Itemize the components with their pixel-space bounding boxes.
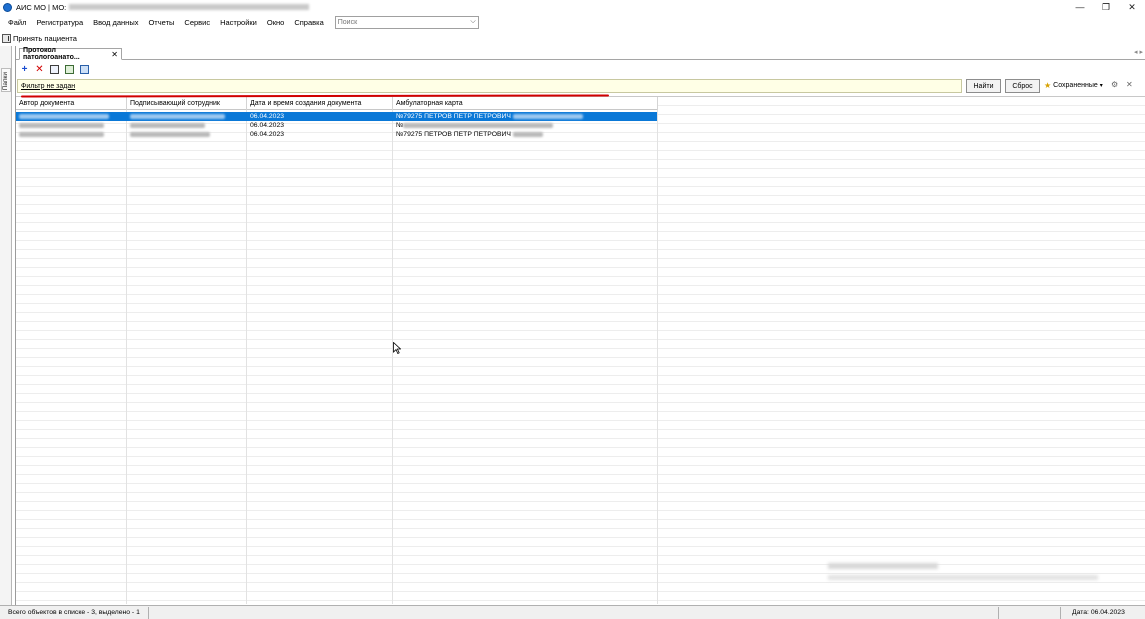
table-row[interactable]: 06.04.2023 № [16,121,657,130]
menu-search[interactable]: ⌵ [334,15,479,29]
open-window-icon[interactable] [49,64,60,75]
reset-button[interactable]: Сброс [1005,79,1040,93]
title-bar: АИС МО | МО: — ❐ ✕ [0,0,1145,14]
minimize-button[interactable]: — [1067,0,1093,14]
signer-cell [127,112,246,121]
column-outpatient-card[interactable]: Амбулаторная карта [393,97,658,110]
saved-filters-dropdown[interactable]: ★ Сохраненные ▾ [1044,81,1103,90]
menu-service[interactable]: Сервис [179,18,215,27]
window-title-redacted [69,4,310,10]
add-icon[interactable]: + [19,64,30,75]
filter-field[interactable]: Фильтр не задан [17,79,962,93]
tab-label: Протокол патологоанато... [23,47,80,61]
status-date: Дата: 06.04.2023 [1072,609,1125,616]
table-row[interactable]: 06.04.2023 №79275 ПЕТРОВ ПЕТР ПЕТРОВИЧ [16,112,657,121]
window-controls: — ❐ ✕ [1067,0,1145,14]
restore-button[interactable]: ❐ [1093,0,1119,14]
main-frame: Протокол патологоанато... ✕ ◂ ▸ + ✕ Филь… [15,46,1145,605]
accept-patient-button[interactable]: Принять пациента [0,32,77,45]
app-logo-icon [3,2,12,12]
signer-cell [127,130,246,139]
column-signer[interactable]: Подписывающий сотрудник [127,97,247,110]
delete-icon[interactable]: ✕ [34,64,45,75]
card-text: №79275 ПЕТРОВ ПЕТР ПЕТРОВИЧ [396,113,511,120]
menu-help[interactable]: Справка [289,18,328,27]
saved-star-icon: ★ [1044,81,1052,90]
saved-filters-label: Сохраненные [1053,82,1098,89]
date-cell: 06.04.2023 [250,113,285,120]
author-cell [16,112,126,121]
window-title: АИС МО | МО: [16,2,67,12]
date-cell: 06.04.2023 [250,122,285,129]
status-count: Всего объектов в списке - 3, выделено - … [8,609,140,616]
filter-settings-icon[interactable]: ⚙ [1111,80,1118,89]
card-cell: № [393,121,657,130]
menu-search-input[interactable] [335,16,466,28]
card-text: № [396,122,404,129]
date-cell: 06.04.2023 [250,131,285,138]
chevron-down-icon[interactable]: ⌵ [470,18,475,26]
menu-bar: Файл Регистратура Ввод данных Отчеты Сер… [0,15,1145,29]
signer-cell [127,121,246,130]
menu-window[interactable]: Окно [262,18,289,27]
folders-side-panel: Папки [0,46,12,605]
documents-grid: Автор документа Подписывающий сотрудник … [16,96,1145,604]
tab-pathology-protocol[interactable]: Протокол патологоанато... ✕ [19,47,122,61]
column-author[interactable]: Автор документа [16,97,127,110]
mouse-cursor-icon [393,342,401,354]
grid-toolbar: + ✕ [16,62,94,76]
menu-registry[interactable]: Регистратура [31,18,88,27]
column-created-datetime[interactable]: Дата и время создания документа [247,97,393,110]
document-tabstrip: Протокол патологоанато... ✕ ◂ ▸ [16,46,1145,61]
tab-scroll-arrows-icon[interactable]: ◂ ▸ [1134,48,1143,56]
card-cell: №79275 ПЕТРОВ ПЕТР ПЕТРОВИЧ [393,130,657,139]
close-button[interactable]: ✕ [1119,0,1145,14]
menu-reports[interactable]: Отчеты [143,18,179,27]
activation-watermark [828,563,1108,589]
chevron-down-icon: ▾ [1099,83,1103,89]
menu-data-entry[interactable]: Ввод данных [88,18,143,27]
filter-close-icon[interactable]: ✕ [1126,80,1133,89]
refresh-icon[interactable] [79,64,90,75]
author-cell [16,130,126,139]
accept-patient-label: Принять пациента [13,34,77,43]
menu-settings[interactable]: Настройки [215,18,262,27]
filter-text[interactable]: Фильтр не задан [21,83,75,90]
grid-header: Автор документа Подписывающий сотрудник … [16,97,658,110]
find-button[interactable]: Найти [966,79,1001,93]
card-cell: №79275 ПЕТРОВ ПЕТР ПЕТРОВИЧ [393,112,657,121]
author-cell [16,121,126,130]
folders-label: Папки [2,72,9,91]
close-tab-icon[interactable]: ✕ [111,50,118,59]
export-icon[interactable] [64,64,75,75]
menu-file[interactable]: Файл [0,18,31,27]
status-bar: Всего объектов в списке - 3, выделено - … [0,605,1145,619]
card-text: №79275 ПЕТРОВ ПЕТР ПЕТРОВИЧ [396,131,511,138]
table-row[interactable]: 06.04.2023 №79275 ПЕТРОВ ПЕТР ПЕТРОВИЧ [16,130,657,139]
document-edit-icon [2,34,11,43]
filter-row: Фильтр не задан Найти Сброс ★ Сохраненны… [16,77,1145,94]
